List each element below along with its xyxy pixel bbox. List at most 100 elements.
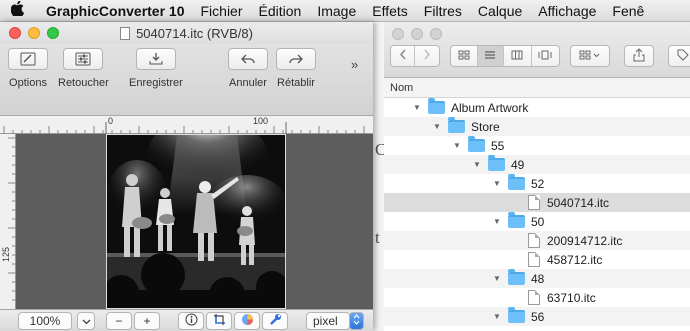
redo-arrow-icon	[276, 48, 316, 70]
file-row[interactable]: ▶63710.itc	[384, 288, 690, 307]
undo-arrow-icon	[228, 48, 268, 70]
zoom-in-button[interactable]: +	[134, 312, 160, 330]
background-window: C t	[372, 22, 386, 331]
minimize-button[interactable]	[411, 28, 423, 40]
column-header-name[interactable]: Nom	[384, 78, 690, 98]
crop-button[interactable]	[206, 312, 232, 330]
folder-icon	[488, 155, 505, 171]
arrange-icon	[579, 49, 601, 63]
arrange-button[interactable]	[570, 45, 610, 67]
file-row[interactable]: ▶200914712.itc	[384, 231, 690, 250]
folder-row[interactable]: ▼ Store	[384, 117, 690, 136]
image-window: 5040714.itc (RVB/8) Options Retoucher En…	[0, 22, 373, 331]
item-name: 49	[511, 157, 525, 172]
disclosure-triangle-icon[interactable]: ▼	[492, 274, 502, 283]
folder-row[interactable]: ▼ 55	[384, 136, 690, 155]
file-row[interactable]: ▶5040714.itc	[384, 193, 690, 212]
crop-icon	[213, 313, 226, 329]
item-name: 56	[531, 309, 545, 324]
grid-icon	[458, 49, 470, 63]
folder-row[interactable]: ▼ 49	[384, 155, 690, 174]
menu-effets[interactable]: Effets	[364, 3, 416, 19]
disclosure-triangle-icon[interactable]: ▼	[492, 217, 502, 226]
cover-flow-button[interactable]	[532, 46, 559, 66]
menu-edition[interactable]: Édition	[251, 3, 310, 19]
minimize-button[interactable]	[28, 27, 40, 39]
item-name: 63710.itc	[547, 290, 596, 305]
zoom-out-button[interactable]: −	[106, 312, 132, 330]
disclosure-triangle-icon[interactable]: ▼	[492, 179, 502, 188]
file-icon	[528, 233, 540, 248]
image-status-bar: 100% − + pixel	[0, 309, 373, 331]
share-button[interactable]	[624, 45, 654, 67]
options-button[interactable]: Options	[8, 48, 48, 89]
document-icon	[120, 26, 131, 40]
back-forward-buttons[interactable]	[390, 45, 440, 67]
folder-row[interactable]: ▼ 56	[384, 307, 690, 326]
finder-window: Nom ▼ Album Artwork ▼ Store ▼ 55 ▼ 49 ▼ 52 ▶504071…	[384, 22, 690, 331]
options-icon	[8, 48, 48, 70]
undo-label: Annuler	[229, 77, 267, 89]
icon-view-button[interactable]	[451, 46, 478, 66]
redo-button[interactable]: Rétablir	[276, 48, 316, 89]
disclosure-triangle-icon[interactable]: ▼	[412, 103, 422, 112]
save-button[interactable]: Enregistrer	[129, 48, 183, 89]
item-name: 200914712.itc	[547, 233, 623, 248]
folder-row[interactable]: ▼ 50	[384, 212, 690, 231]
view-mode-segmented[interactable]	[450, 45, 560, 67]
zoom-button[interactable]	[47, 27, 59, 39]
info-button[interactable]	[178, 312, 204, 330]
list-view-button[interactable]	[477, 46, 505, 66]
undo-button[interactable]: Annuler	[228, 48, 268, 89]
ruler-label-100: 100	[253, 116, 269, 126]
tags-button[interactable]	[668, 45, 690, 67]
disclosure-triangle-icon[interactable]: ▼	[472, 160, 482, 169]
column-view-button[interactable]	[504, 46, 532, 66]
image-canvas[interactable]	[16, 134, 373, 309]
file-icon	[528, 252, 540, 267]
disclosure-triangle-icon[interactable]: ▼	[452, 141, 462, 150]
menu-filtres[interactable]: Filtres	[416, 3, 470, 19]
close-button[interactable]	[392, 28, 404, 40]
apple-logo-icon[interactable]	[0, 0, 34, 20]
unit-select[interactable]: pixel	[306, 312, 350, 330]
forward-button[interactable]	[415, 46, 439, 66]
unit-select-stepper[interactable]	[349, 312, 364, 330]
toolbar-overflow-button[interactable]: »	[351, 57, 358, 72]
back-button[interactable]	[391, 46, 416, 66]
retouch-button[interactable]: Retoucher	[58, 48, 109, 89]
menu-calque[interactable]: Calque	[470, 3, 530, 19]
menu-affichage[interactable]: Affichage	[530, 3, 604, 19]
options-label: Options	[9, 77, 47, 89]
zoom-button[interactable]	[430, 28, 442, 40]
item-name: Album Artwork	[451, 100, 529, 115]
menu-fichier[interactable]: Fichier	[193, 3, 251, 19]
zoom-field[interactable]: 100%	[18, 312, 72, 330]
folder-icon	[468, 136, 485, 152]
concert-photo[interactable]	[106, 134, 286, 309]
vertical-ruler: 125	[0, 134, 16, 309]
menu-fenetre[interactable]: Fenê	[604, 3, 652, 19]
folder-row[interactable]: ▼ 52	[384, 174, 690, 193]
zoom-dropdown[interactable]	[77, 312, 95, 330]
retouch-label: Retoucher	[58, 77, 109, 89]
image-window-titlebar[interactable]: 5040714.itc (RVB/8)	[0, 22, 373, 44]
menu-app-name[interactable]: GraphicConverter 10	[34, 3, 193, 19]
menu-image[interactable]: Image	[309, 3, 364, 19]
horizontal-ruler: 0 100	[0, 116, 373, 134]
close-button[interactable]	[9, 27, 21, 39]
tools-button[interactable]	[262, 312, 288, 330]
file-row[interactable]: ▶458712.itc	[384, 250, 690, 269]
cover-flow-icon	[538, 49, 552, 63]
wrench-icon	[269, 313, 282, 329]
disclosure-triangle-icon[interactable]: ▼	[432, 122, 442, 131]
color-wheel-icon	[241, 313, 254, 329]
file-icon	[528, 195, 540, 210]
disclosure-triangle-icon[interactable]: ▼	[492, 312, 502, 321]
file-icon	[528, 290, 540, 305]
save-label: Enregistrer	[129, 77, 183, 89]
folder-row[interactable]: ▼ Album Artwork	[384, 98, 690, 117]
item-name: Store	[471, 119, 500, 134]
color-picker-button[interactable]	[234, 312, 260, 330]
folder-row[interactable]: ▼ 48	[384, 269, 690, 288]
